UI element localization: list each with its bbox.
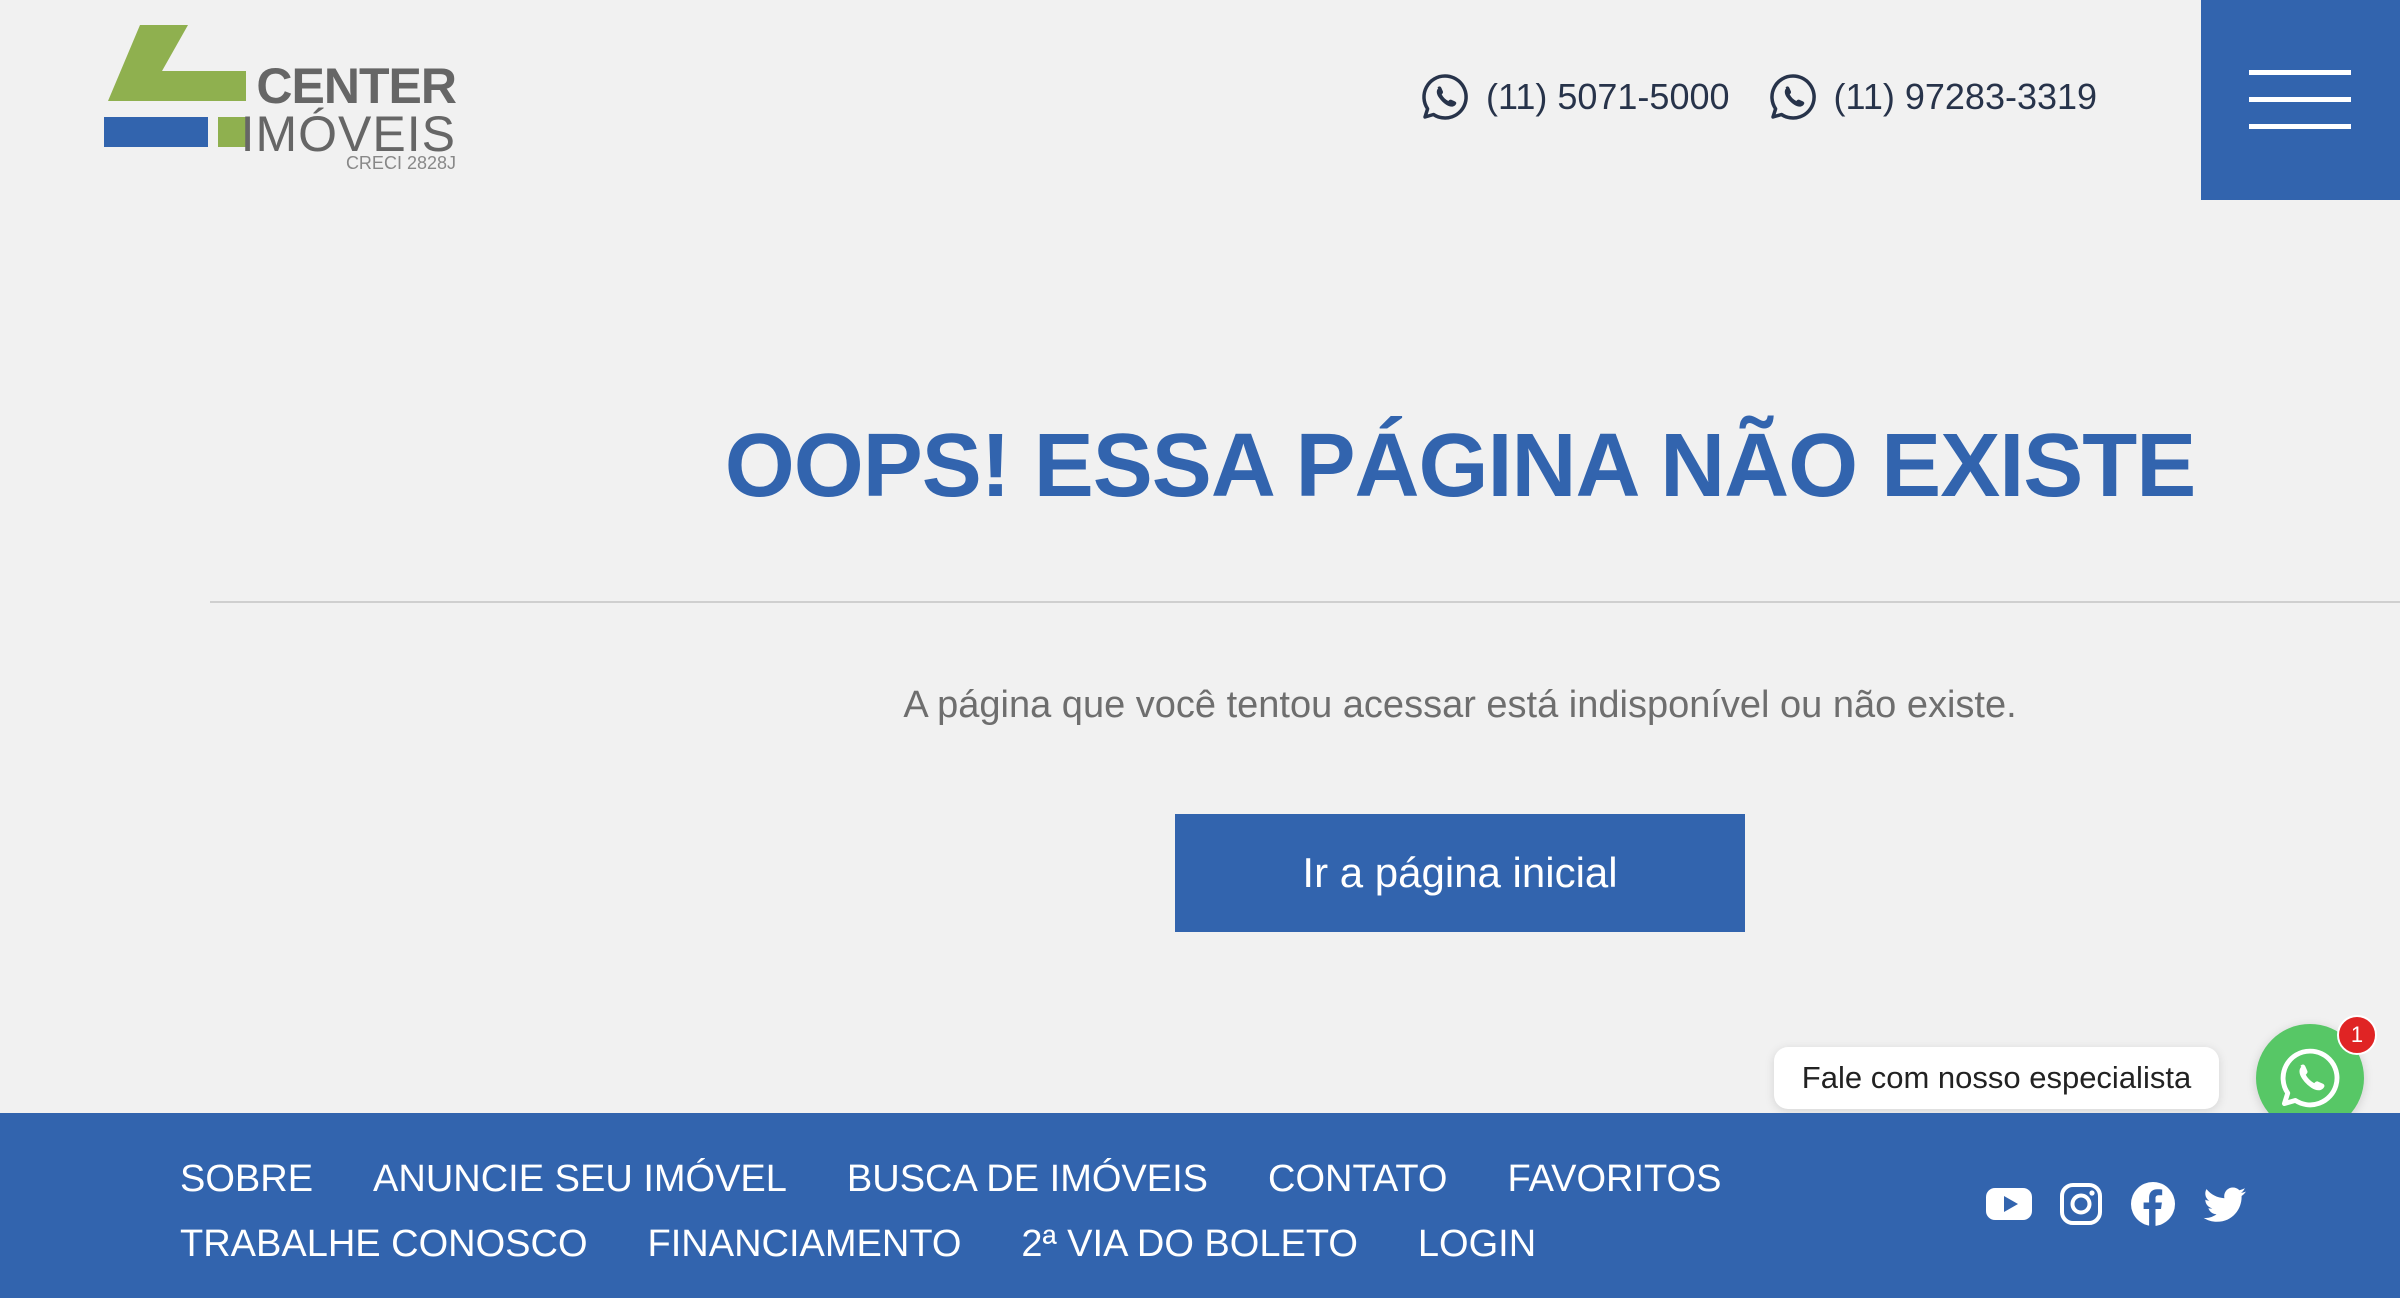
facebook-icon[interactable] [2128, 1179, 2178, 1229]
footer: SOBRE ANUNCIE SEU IMÓVEL BUSCA DE IMÓVEI… [0, 1113, 2400, 1298]
divider [210, 601, 2400, 603]
phone-number-2: (11) 97283-3319 [1833, 76, 2098, 117]
hamburger-menu-icon-bar-bottom [2249, 124, 2351, 129]
notification-badge: 1 [2337, 1015, 2377, 1055]
footer-link-financiamento[interactable]: FINANCIAMENTO [648, 1223, 962, 1266]
chat-bubble[interactable]: Fale com nosso especialista [1774, 1047, 2219, 1109]
phone-link-2[interactable]: (11) 97283-3319 [1768, 72, 2098, 122]
footer-link-login[interactable]: LOGIN [1418, 1223, 1536, 1266]
whatsapp-icon [1769, 74, 1816, 120]
footer-nav-row-2: TRABALHE CONOSCO FINANCIAMENTO 2ª VIA DO… [180, 1212, 1740, 1277]
whatsapp-icon [2280, 1048, 2340, 1108]
footer-link-busca[interactable]: BUSCA DE IMÓVEIS [847, 1158, 1208, 1201]
twitter-icon[interactable] [2200, 1179, 2250, 1229]
logo[interactable]: CENTER IMÓVEIS CRECI 2828J [100, 25, 470, 175]
footer-nav: SOBRE ANUNCIE SEU IMÓVEL BUSCA DE IMÓVEI… [180, 1147, 1740, 1277]
footer-link-contato[interactable]: CONTATO [1268, 1158, 1447, 1201]
footer-link-sobre[interactable]: SOBRE [180, 1158, 313, 1201]
footer-link-anuncie[interactable]: ANUNCIE SEU IMÓVEL [373, 1158, 787, 1201]
logo-mark [104, 25, 246, 147]
phone-link-1[interactable]: (11) 5071-5000 [1420, 72, 1730, 122]
page-title: OOPS! ESSA PÁGINA NÃO EXISTE [724, 416, 2197, 516]
hamburger-menu-icon-bar-middle [2249, 97, 2351, 102]
home-page-button[interactable]: Ir a página inicial [1175, 814, 1745, 932]
logo-creci: CRECI 2828J [345, 153, 456, 173]
footer-link-trabalhe[interactable]: TRABALHE CONOSCO [180, 1223, 588, 1266]
footer-link-boleto[interactable]: 2ª VIA DO BOLETO [1021, 1223, 1358, 1266]
error-message: A página que você tentou acessar está in… [903, 684, 2017, 726]
youtube-icon[interactable] [1984, 1179, 2034, 1229]
hamburger-menu-icon-bar-top [2249, 70, 2351, 75]
instagram-icon[interactable] [2056, 1179, 2106, 1229]
phone-number-1: (11) 5071-5000 [1486, 76, 1730, 117]
whatsapp-icon [1422, 74, 1468, 120]
phone-list: (11) 5071-5000 (11) 97283-3319 [1420, 72, 2097, 122]
footer-nav-row-1: SOBRE ANUNCIE SEU IMÓVEL BUSCA DE IMÓVEI… [180, 1147, 1740, 1212]
menu-button[interactable] [2201, 0, 2400, 200]
social-links [1962, 1179, 2250, 1229]
footer-link-favoritos[interactable]: FAVORITOS [1507, 1158, 1721, 1201]
